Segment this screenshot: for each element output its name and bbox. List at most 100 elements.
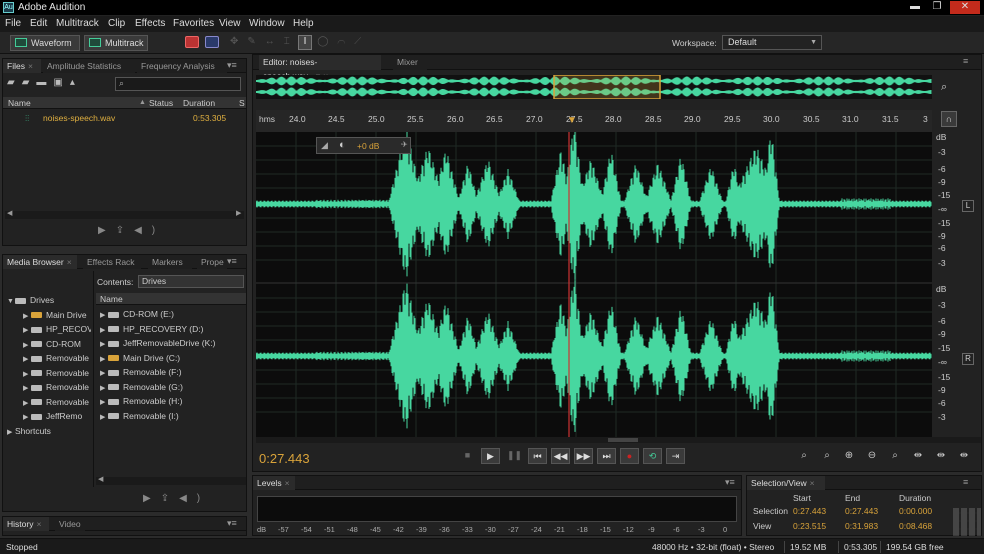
- files-scrollbar[interactable]: ◀ ▶: [5, 210, 244, 219]
- pause-icon[interactable]: ❚❚: [505, 448, 524, 464]
- menu-multitrack[interactable]: Multitrack: [56, 18, 99, 29]
- tab-levels[interactable]: Levels ×: [253, 476, 295, 490]
- left-channel-toggle[interactable]: L: [962, 200, 974, 212]
- close-icon[interactable]: ×: [285, 478, 290, 488]
- volume-hud[interactable]: ◢ ◐ +0 dB ✈: [316, 137, 411, 154]
- overview-view-range[interactable]: [553, 75, 661, 99]
- volume-knob-icon[interactable]: ◐: [339, 139, 346, 151]
- tab-history[interactable]: History ×: [3, 517, 49, 531]
- tab-editor[interactable]: Editor: noises-speech.wav▾×: [259, 55, 381, 81]
- view-start[interactable]: 0:23.515: [793, 521, 826, 531]
- list-item[interactable]: ▶ Removable (I:): [100, 409, 246, 424]
- media-footer-buttons[interactable]: ▶⇪◀): [143, 493, 213, 509]
- close-icon[interactable]: ×: [67, 257, 72, 267]
- skip-back-icon[interactable]: ⏮: [528, 448, 547, 464]
- volume-value[interactable]: +0 dB: [357, 141, 379, 151]
- spectral-pitch-icon[interactable]: [205, 36, 219, 48]
- list-item[interactable]: ▶ Removable (F:): [100, 365, 246, 380]
- panel-menu-icon[interactable]: ▾≡: [227, 60, 237, 71]
- maximize-icon[interactable]: ❐: [926, 1, 948, 14]
- column-status[interactable]: Status: [149, 97, 173, 109]
- tree-item-cd-rom[interactable]: ▶ CD-ROM: [23, 337, 91, 352]
- zoom-in-point-icon[interactable]: ⇹: [910, 449, 926, 464]
- files-toolbar-icons[interactable]: ▰▰▬▣▴: [7, 77, 107, 91]
- view-duration[interactable]: 0:08.468: [899, 521, 932, 531]
- tree-item-removable[interactable]: ▶ Removable: [23, 395, 91, 410]
- record-icon[interactable]: ●: [620, 448, 639, 464]
- selection-end[interactable]: 0:27.443: [845, 506, 878, 516]
- tree-item-hp-recovery[interactable]: ▶ HP_RECOV: [23, 322, 91, 337]
- tree-item-removable[interactable]: ▶ Removable: [23, 351, 91, 366]
- tab-mixer[interactable]: Mixer: [393, 55, 427, 70]
- tree-item-drives[interactable]: ▼ Drives: [7, 293, 91, 308]
- waveform-display[interactable]: [256, 132, 932, 437]
- zoom-out-time-icon[interactable]: ⊖: [864, 449, 880, 464]
- list-item[interactable]: ▶ CD-ROM (E:): [100, 307, 246, 322]
- zoom-out-amplitude-icon[interactable]: ⌕: [819, 449, 835, 464]
- multitrack-button[interactable]: Multitrack: [84, 35, 148, 51]
- column-duration[interactable]: Duration: [183, 97, 215, 109]
- file-row[interactable]: ⫶⫶ noises-speech.wav 0:53.305: [3, 111, 246, 126]
- zoom-out-full-icon[interactable]: ⌕: [887, 449, 903, 464]
- stop-icon[interactable]: ■: [458, 448, 477, 464]
- menu-clip[interactable]: Clip: [108, 18, 125, 29]
- tab-markers[interactable]: Markers: [148, 255, 192, 269]
- tree-item-main-drive[interactable]: ▶ Main Drive: [23, 308, 91, 323]
- right-channel-toggle[interactable]: R: [962, 353, 974, 365]
- list-item[interactable]: ▶ JeffRemovableDrive (K:): [100, 336, 246, 351]
- panel-menu-icon[interactable]: ≡: [963, 56, 968, 66]
- zoom-navigator-icon[interactable]: ⌕: [941, 81, 947, 94]
- tree-item-jeffremovable[interactable]: ▶ JeffRemo: [23, 409, 91, 424]
- media-name-header[interactable]: Name: [96, 293, 246, 305]
- list-item[interactable]: ▶ Main Drive (C:): [100, 351, 246, 366]
- panel-menu-icon[interactable]: ▾≡: [725, 477, 735, 488]
- tab-amplitude-statistics[interactable]: Amplitude Statistics: [43, 59, 135, 73]
- contents-select[interactable]: Drives: [138, 275, 244, 288]
- tab-files[interactable]: Files ×: [3, 59, 41, 73]
- waveform-overview[interactable]: [256, 75, 932, 99]
- column-extra[interactable]: S: [239, 97, 245, 109]
- close-icon[interactable]: ×: [36, 519, 41, 529]
- media-scrollbar[interactable]: ◀: [96, 476, 246, 485]
- list-item[interactable]: ▶ Removable (H:): [100, 394, 246, 409]
- time-selection-tool-icon[interactable]: I: [298, 35, 312, 50]
- scroll-thumb[interactable]: [608, 438, 638, 442]
- loop-icon[interactable]: ⟲: [643, 448, 662, 464]
- tab-selection-view[interactable]: Selection/View ×: [747, 476, 825, 490]
- menu-edit[interactable]: Edit: [30, 18, 47, 29]
- menu-file[interactable]: File: [5, 18, 21, 29]
- tree-item-removable[interactable]: ▶ Removable: [23, 380, 91, 395]
- files-footer-buttons[interactable]: ▶⇪◀): [98, 225, 168, 241]
- tab-video[interactable]: Video: [55, 517, 85, 531]
- zoom-edges-icon[interactable]: ⇹: [956, 449, 972, 464]
- spectral-frequency-icon[interactable]: [185, 36, 199, 48]
- panel-menu-icon[interactable]: ≡: [963, 477, 968, 487]
- playhead-marker-icon[interactable]: ▼: [567, 115, 577, 126]
- close-icon[interactable]: ×: [28, 61, 33, 71]
- fast-forward-icon[interactable]: ▶▶: [574, 448, 593, 464]
- pin-icon[interactable]: ✈: [401, 140, 408, 149]
- menu-favorites[interactable]: Favorites: [173, 18, 214, 29]
- tree-item-shortcuts[interactable]: ▶ Shortcuts: [7, 424, 91, 439]
- tab-media-browser[interactable]: Media Browser ×: [3, 255, 77, 269]
- play-icon[interactable]: ▶: [481, 448, 500, 464]
- close-icon[interactable]: ✕: [950, 1, 980, 14]
- panel-menu-icon[interactable]: ▾≡: [227, 256, 237, 267]
- list-item[interactable]: ▶ Removable (G:): [100, 380, 246, 395]
- column-name[interactable]: Name: [8, 97, 31, 109]
- panel-menu-icon[interactable]: ▾≡: [227, 518, 237, 529]
- editor-hscroll[interactable]: [256, 437, 981, 443]
- skip-forward-icon[interactable]: ⏭: [597, 448, 616, 464]
- tab-properties[interactable]: Prope: [197, 255, 227, 269]
- close-icon[interactable]: ×: [810, 478, 815, 488]
- tab-frequency-analysis[interactable]: Frequency Analysis: [137, 59, 227, 73]
- menu-view[interactable]: View: [219, 18, 241, 29]
- zoom-in-amplitude-icon[interactable]: ⌕: [796, 449, 812, 464]
- menu-help[interactable]: Help: [293, 18, 314, 29]
- workspace-select[interactable]: Default ▼: [722, 35, 822, 50]
- menu-effects[interactable]: Effects: [135, 18, 165, 29]
- time-ruler[interactable]: [256, 110, 932, 132]
- list-item[interactable]: ▶ HP_RECOVERY (D:): [100, 322, 246, 337]
- tab-effects-rack[interactable]: Effects Rack: [83, 255, 141, 269]
- view-end[interactable]: 0:31.983: [845, 521, 878, 531]
